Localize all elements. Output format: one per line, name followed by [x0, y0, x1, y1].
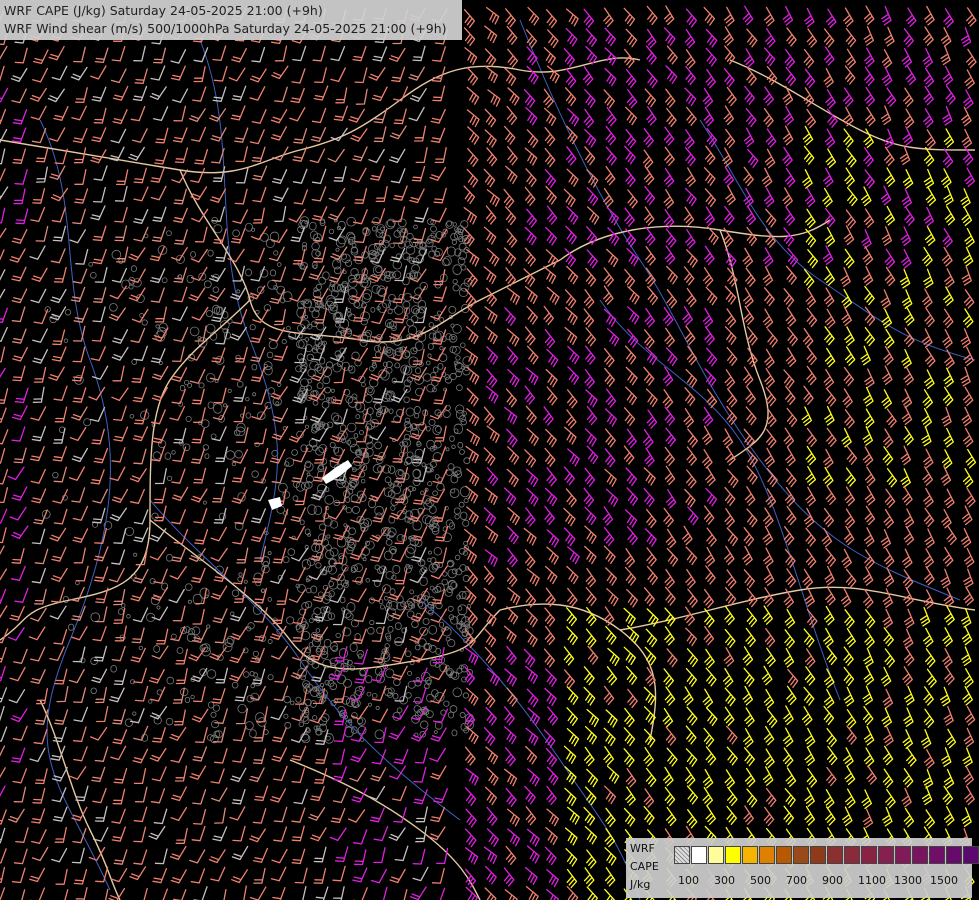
legend-swatch — [929, 846, 945, 864]
legend-tick: 1500 — [930, 874, 958, 887]
legend-tick: 500 — [750, 874, 771, 887]
legend-tick: 700 — [786, 874, 807, 887]
weather-map — [0, 0, 979, 900]
legend-tick: 1100 — [858, 874, 886, 887]
legend-swatch — [810, 846, 826, 864]
legend-swatch — [827, 846, 843, 864]
legend-tick: 900 — [822, 874, 843, 887]
legend-swatch — [759, 846, 775, 864]
legend-tick: 100 — [678, 874, 699, 887]
legend-field: CAPE — [630, 860, 659, 873]
legend-swatch — [912, 846, 928, 864]
legend-swatch — [963, 846, 979, 864]
legend-swatch — [844, 846, 860, 864]
legend-swatch — [776, 846, 792, 864]
legend-swatch — [946, 846, 962, 864]
legend-swatch — [793, 846, 809, 864]
legend-swatch — [878, 846, 894, 864]
legend-swatch — [691, 846, 707, 864]
title-line-wind-shear: WRF Wind shear (m/s) 500/1000hPa Saturda… — [4, 21, 447, 36]
legend-swatch — [725, 846, 741, 864]
legend-unit: J/kg — [630, 878, 651, 891]
legend-swatch-none — [674, 846, 690, 864]
legend-tick: 300 — [714, 874, 735, 887]
map-background — [0, 0, 979, 900]
legend-swatch — [708, 846, 724, 864]
cape-legend: WRF CAPE J/kg 100 300 500 700 900 1100 1300 150… — [626, 838, 979, 898]
legend-swatch — [895, 846, 911, 864]
legend-model: WRF — [630, 842, 655, 855]
legend-swatch — [742, 846, 758, 864]
map-title-box: WRF CAPE (J/kg) Saturday 24-05-2025 21:0… — [0, 0, 462, 40]
legend-swatch — [861, 846, 877, 864]
title-line-cape: WRF CAPE (J/kg) Saturday 24-05-2025 21:0… — [4, 3, 323, 18]
legend-tick: 1300 — [894, 874, 922, 887]
